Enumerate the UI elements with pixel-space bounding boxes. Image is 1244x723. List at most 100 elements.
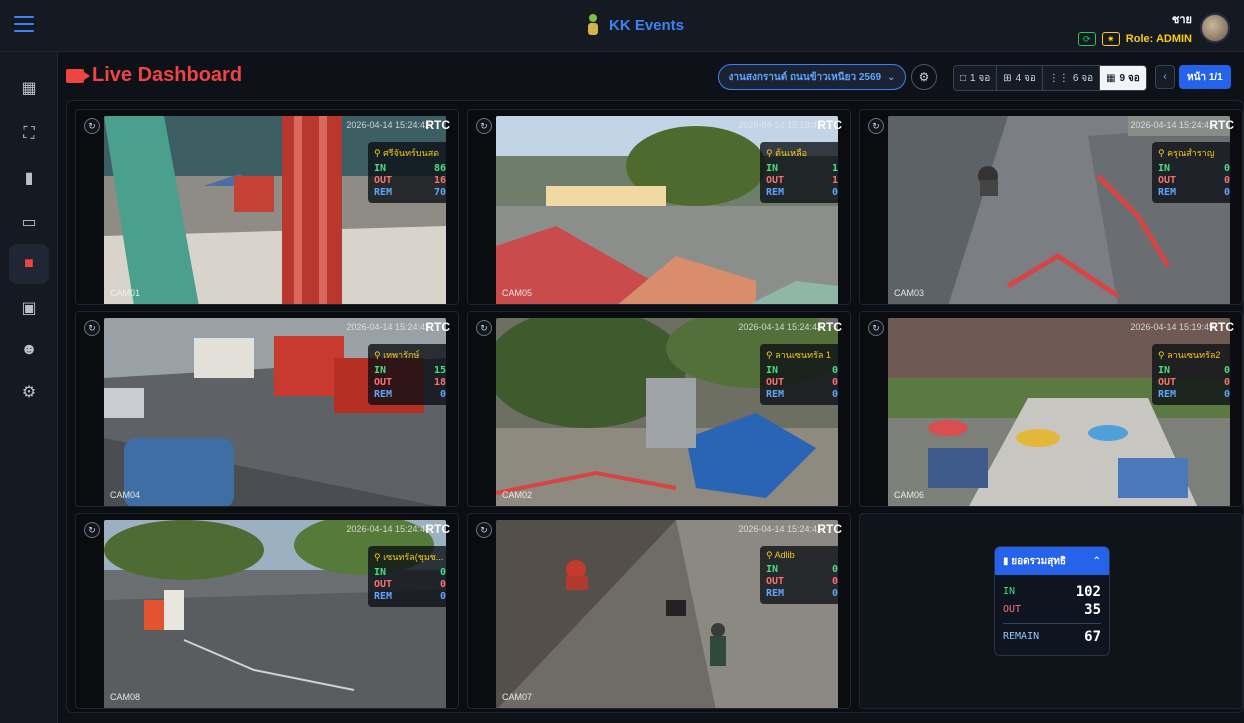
camera-icon[interactable]: ■ bbox=[9, 244, 49, 284]
refresh-icon[interactable]: ⟳ bbox=[1077, 32, 1096, 46]
reload-icon[interactable]: ↻ bbox=[476, 522, 492, 538]
out-row: OUT 18 bbox=[374, 377, 446, 388]
counter-panel: ⚲ ต้นเหลือ IN 1 OUT 1 REM 0 bbox=[760, 142, 844, 203]
rem-row: REM 0 bbox=[766, 187, 838, 198]
rtc-label: RTC bbox=[425, 118, 450, 132]
counter-panel: ⚲ เซนทรัล(ชุมช... IN 0 OUT 0 REM 0 bbox=[368, 546, 452, 607]
layout-9-button[interactable]: ▦ 9 จอ bbox=[1100, 66, 1146, 90]
camera-tile[interactable]: ↻ 2026-04-14 15:24:43 RTC CAM02 ⚲ ลานเซน… bbox=[467, 311, 851, 507]
summary-header[interactable]: ▮ ยอดรวมสุทธิ ⌃ bbox=[995, 547, 1109, 575]
layout-4-button[interactable]: ⊞ 4 จอ bbox=[997, 66, 1043, 90]
menu-icon[interactable] bbox=[14, 16, 34, 32]
layout-6-button[interactable]: ⋮⋮ 6 จอ bbox=[1042, 66, 1101, 90]
camera-label: CAM04 bbox=[110, 490, 141, 500]
theme-toggle-icon[interactable]: ✷ bbox=[1101, 32, 1120, 46]
prev-page-icon[interactable]: ‹ bbox=[1155, 65, 1175, 89]
six-grid-icon: ⋮⋮ bbox=[1048, 72, 1069, 84]
pin-icon: ⚲ bbox=[766, 148, 776, 158]
pin-icon: ⚲ bbox=[374, 148, 384, 158]
brand: KK Events bbox=[585, 14, 684, 36]
rem-row: REM 0 bbox=[766, 588, 838, 599]
chevron-up-icon[interactable]: ⌃ bbox=[1093, 556, 1101, 567]
gear-icon[interactable]: ⚙ bbox=[9, 372, 49, 412]
camera-tile[interactable]: ↻ 2026-04-14 15:18:48 RTC CAM05 ⚲ ต้นเหล… bbox=[467, 109, 851, 305]
summary-out-row: OUT 35 bbox=[1003, 602, 1101, 618]
in-row: IN 1 bbox=[766, 163, 838, 174]
location-name: ⚲ ศรีจันทร์บนสด bbox=[374, 148, 440, 158]
out-row: OUT 16 bbox=[374, 175, 446, 186]
timestamp: 2026-04-14 15:19:49 bbox=[1130, 322, 1214, 332]
camera-tile[interactable]: ↻ 2026-04-14 15:19:49 RTC CAM06 ⚲ ลานเซน… bbox=[859, 311, 1243, 507]
pin-icon: ⚲ bbox=[374, 552, 384, 562]
event-select-value: งานสงกรานต์ ถนนข้าวเหนียว 2569 bbox=[728, 71, 882, 83]
pin-icon: ⚲ bbox=[766, 550, 775, 560]
reload-icon[interactable]: ↻ bbox=[84, 118, 100, 134]
camera-label: CAM01 bbox=[110, 288, 141, 298]
out-row: OUT 0 bbox=[766, 377, 838, 388]
reload-icon[interactable]: ↻ bbox=[84, 522, 100, 538]
reload-icon[interactable]: ↻ bbox=[868, 118, 884, 134]
location-name: ⚲ ครุณสำราญ bbox=[1158, 148, 1215, 158]
reload-icon[interactable]: ↻ bbox=[868, 320, 884, 336]
out-row: OUT 0 bbox=[374, 579, 446, 590]
in-row: IN 86 bbox=[374, 163, 446, 174]
settings-button[interactable]: ⚙ bbox=[911, 64, 937, 90]
reload-icon[interactable]: ↻ bbox=[476, 320, 492, 336]
layout-1-button[interactable]: □ 1 จอ bbox=[954, 66, 998, 90]
reload-icon[interactable]: ↻ bbox=[84, 320, 100, 336]
timestamp: 2026-04-14 15:18:48 bbox=[738, 120, 822, 130]
user-box: ชาย ⟳ ✷ Role: ADMIN bbox=[1077, 10, 1230, 46]
camera-grid: ↻ 2026-04-14 15:24:42 RTC CAM01 ⚲ ศรีจัน… bbox=[66, 100, 1244, 713]
single-screen-icon: □ bbox=[960, 72, 967, 84]
monitor-icon[interactable]: ▭ bbox=[9, 202, 49, 242]
calendar-icon[interactable]: ▣ bbox=[9, 288, 49, 328]
page-title-text: Live Dashboard bbox=[92, 64, 243, 86]
out-row: OUT 0 bbox=[1158, 175, 1230, 186]
location-name: ⚲ ลานเซนทรัล2 bbox=[1158, 350, 1221, 360]
counter-panel: ⚲ Adlib IN 0 OUT 0 REM 0 bbox=[760, 546, 844, 604]
event-select[interactable]: งานสงกรานต์ ถนนข้าวเหนียว 2569 ⌄ bbox=[718, 64, 906, 90]
pagination: ‹ หน้า 1/1 bbox=[1155, 65, 1231, 89]
in-row: IN 0 bbox=[766, 365, 838, 376]
page-title: Live Dashboard bbox=[66, 64, 242, 87]
rtc-label: RTC bbox=[817, 118, 842, 132]
rem-row: REM 70 bbox=[374, 187, 446, 198]
camera-tile[interactable]: ↻ 2026-04-14 15:24:41 RTC CAM03 ⚲ ครุณสำ… bbox=[859, 109, 1243, 305]
camera-tile[interactable]: ↻ 2026-04-14 15:24:43 RTC CAM08 ⚲ เซนทรั… bbox=[75, 513, 459, 709]
location-name: ⚲ ลานเซนทรัล 1 bbox=[766, 350, 831, 360]
camera-tile[interactable]: ↻ 2026-04-14 15:24:42 RTC CAM04 ⚲ เทพารั… bbox=[75, 311, 459, 507]
summary-title: ยอดรวมสุทธิ bbox=[1011, 555, 1067, 567]
camera-tile[interactable]: ↻ 2026-04-14 15:24:42 RTC CAM01 ⚲ ศรีจัน… bbox=[75, 109, 459, 305]
divider bbox=[1003, 623, 1101, 624]
rtc-label: RTC bbox=[425, 320, 450, 334]
user-name: ชาย bbox=[1171, 14, 1192, 26]
counter-panel: ⚲ ครุณสำราญ IN 0 OUT 0 REM 0 bbox=[1152, 142, 1236, 203]
bar-chart-icon[interactable]: ▮ bbox=[9, 158, 49, 198]
in-row: IN 0 bbox=[1158, 163, 1230, 174]
rtc-label: RTC bbox=[817, 522, 842, 536]
location-name: ⚲ ต้นเหลือ bbox=[766, 148, 808, 158]
rem-row: REM 0 bbox=[766, 389, 838, 400]
counter-panel: ⚲ ลานเซนทรัล 1 IN 0 OUT 0 REM 0 bbox=[760, 344, 844, 405]
brand-logo-icon bbox=[585, 14, 601, 36]
out-row: OUT 0 bbox=[1158, 377, 1230, 388]
face-scan-icon[interactable]: ⛶ bbox=[9, 114, 49, 154]
brand-name: KK Events bbox=[609, 16, 685, 34]
avatar[interactable] bbox=[1200, 13, 1230, 43]
users-icon[interactable]: ☻ bbox=[9, 330, 49, 370]
summary-remain-row: REMAIN 67 bbox=[1003, 629, 1101, 645]
rtc-label: RTC bbox=[817, 320, 842, 334]
pin-icon: ⚲ bbox=[1158, 148, 1168, 158]
camera-tile[interactable]: ↻ 2026-04-14 15:24:41 RTC CAM07 ⚲ Adlib … bbox=[467, 513, 851, 709]
quad-grid-icon: ⊞ bbox=[1003, 72, 1012, 84]
out-row: OUT 1 bbox=[766, 175, 838, 186]
timestamp: 2026-04-14 15:24:42 bbox=[346, 120, 430, 130]
summary-panel: ▮ ยอดรวมสุทธิ ⌃ IN 102 OUT 35 REMAIN 67 bbox=[994, 546, 1110, 656]
reload-icon[interactable]: ↻ bbox=[476, 118, 492, 134]
rem-row: REM 0 bbox=[374, 389, 446, 400]
in-row: IN 0 bbox=[1158, 365, 1230, 376]
pin-icon: ⚲ bbox=[766, 350, 776, 360]
pin-icon: ⚲ bbox=[1158, 350, 1168, 360]
location-name: ⚲ เซนทรัล(ชุมช... bbox=[374, 552, 444, 562]
dashboard-grid-icon[interactable]: ▦ bbox=[9, 68, 49, 108]
